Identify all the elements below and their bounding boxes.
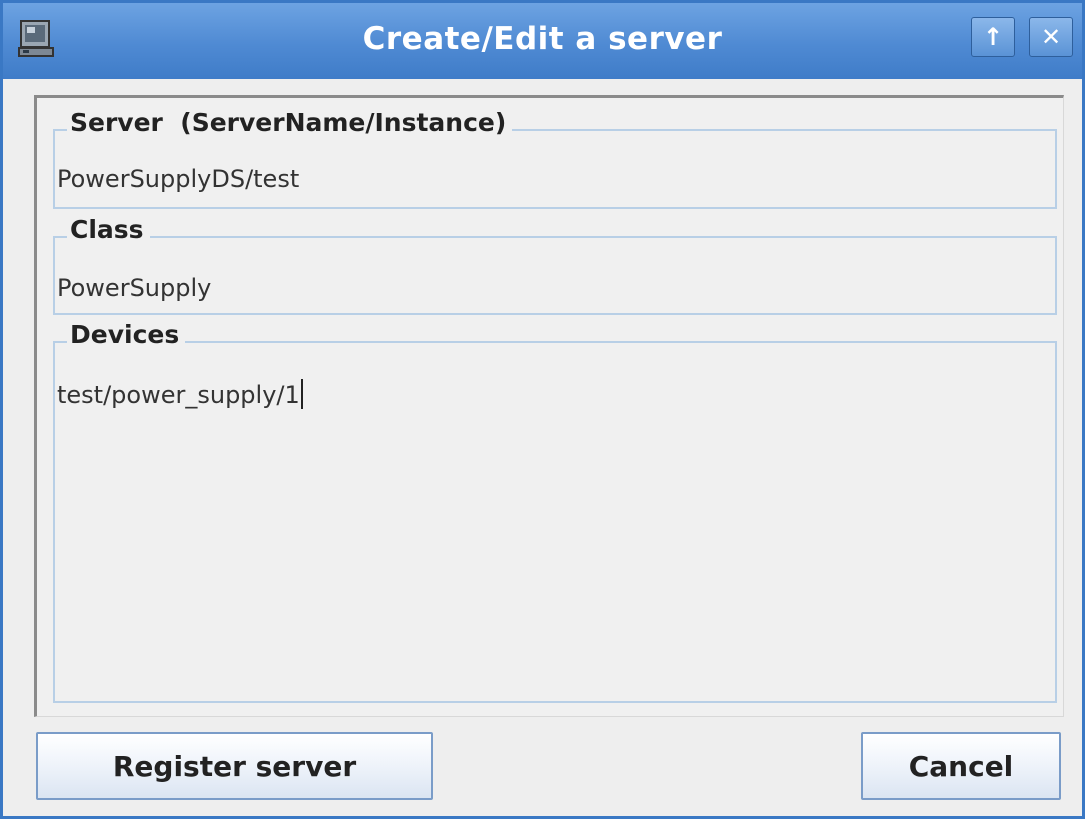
server-name-input[interactable] xyxy=(57,165,1051,193)
class-group: Class xyxy=(53,215,1057,315)
close-icon: ✕ xyxy=(1040,23,1062,51)
server-legend: Server (ServerName/Instance) xyxy=(67,108,513,137)
arrow-up-icon: ↑ xyxy=(982,23,1004,51)
devices-textarea[interactable]: test/power_supply/1 xyxy=(57,379,1051,689)
server-group: Server (ServerName/Instance) xyxy=(53,108,1057,209)
form-panel: Server (ServerName/Instance) Class Devic… xyxy=(34,95,1064,717)
close-button[interactable]: ✕ xyxy=(1029,17,1073,57)
devices-text: test/power_supply/1 xyxy=(57,381,300,409)
class-name-input[interactable] xyxy=(57,274,1051,302)
devices-group: Devices test/power_supply/1 xyxy=(53,320,1057,703)
cancel-button[interactable]: Cancel xyxy=(861,732,1061,800)
roll-up-button[interactable]: ↑ xyxy=(971,17,1015,57)
devices-legend: Devices xyxy=(67,320,186,349)
window-title: Create/Edit a server xyxy=(362,21,723,57)
text-cursor xyxy=(300,379,303,409)
dialog-window: Create/Edit a server ↑ ✕ Server (ServerN… xyxy=(0,0,1085,819)
title-bar[interactable]: Create/Edit a server ↑ ✕ xyxy=(3,3,1082,79)
register-server-button[interactable]: Register server xyxy=(36,732,433,800)
class-legend: Class xyxy=(67,215,150,244)
